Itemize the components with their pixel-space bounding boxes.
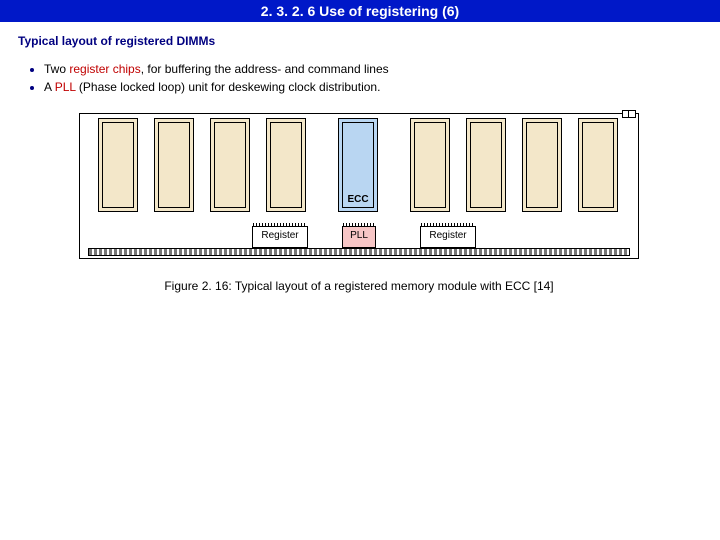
- bullet-list: Two register chips, for buffering the ad…: [18, 62, 700, 95]
- section-subhead: Typical layout of registered DIMMs: [18, 34, 700, 48]
- figure-caption: Figure 2. 16: Typical layout of a regist…: [18, 279, 700, 293]
- bullet-text: Two: [44, 62, 69, 76]
- ecc-label: ECC: [339, 194, 377, 205]
- ecc-chip: ECC: [338, 118, 378, 212]
- bullet-highlight: PLL: [55, 80, 76, 94]
- pll-chip: PLL: [342, 226, 376, 248]
- dram-chip: [210, 118, 250, 212]
- page-title: 2. 3. 2. 6 Use of registering (6): [0, 0, 720, 22]
- register-chip: Register: [252, 226, 308, 248]
- dimm-pcb: ECC Register PLL Register: [79, 113, 639, 259]
- bullet-item: A PLL (Phase locked loop) unit for deske…: [44, 80, 700, 96]
- dram-chip: [466, 118, 506, 212]
- dram-chip: [522, 118, 562, 212]
- edge-contacts-icon: [88, 248, 630, 256]
- bullet-item: Two register chips, for buffering the ad…: [44, 62, 700, 78]
- bullet-text: (Phase locked loop) unit for deskewing c…: [76, 80, 381, 94]
- key-notch-icon: [628, 110, 636, 118]
- dram-chip: [154, 118, 194, 212]
- dram-chip: [98, 118, 138, 212]
- bullet-text: , for buffering the address- and command…: [141, 62, 389, 76]
- dram-chip: [410, 118, 450, 212]
- dimm-diagram: ECC Register PLL Register: [79, 113, 639, 259]
- register-chip: Register: [420, 226, 476, 248]
- dram-chip: [578, 118, 618, 212]
- dram-chip: [266, 118, 306, 212]
- page-body: Typical layout of registered DIMMs Two r…: [0, 22, 720, 293]
- bullet-text: A: [44, 80, 55, 94]
- bullet-highlight: register chips: [69, 62, 140, 76]
